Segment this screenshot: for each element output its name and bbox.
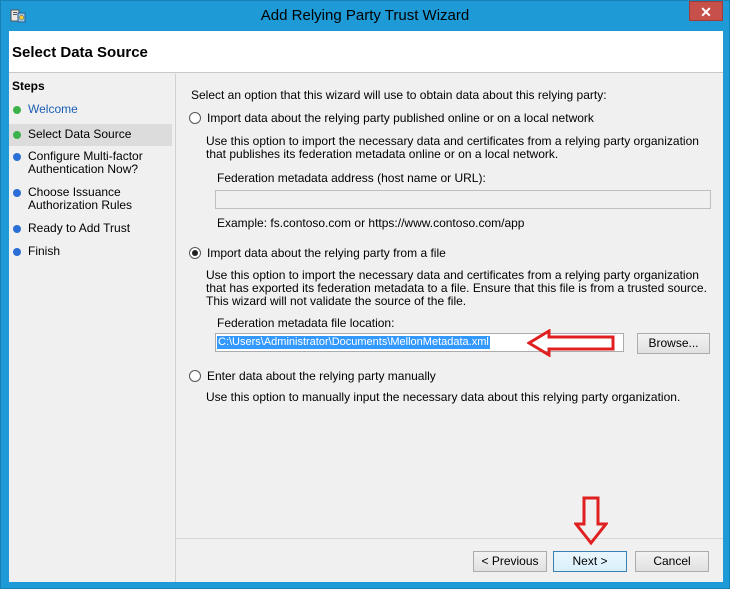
option-file-radio[interactable] [189,247,201,259]
option-file-label[interactable]: Import data about the relying party from… [207,247,446,260]
option-manual-label[interactable]: Enter data about the relying party manua… [207,370,436,383]
step-status-icon [13,153,21,161]
cancel-button-label: Cancel [653,554,691,568]
metadata-address-input[interactable] [215,190,711,209]
next-button[interactable]: Next > [553,551,627,572]
previous-button-label: < Previous [481,554,539,568]
page-title: Select Data Source [12,44,148,61]
steps-title: Steps [12,79,45,93]
option-manual-description: Use this option to manually input the ne… [206,390,681,404]
annotation-down-arrow-icon [574,496,608,546]
metadata-address-example: Example: fs.contoso.com or https://www.c… [217,216,525,230]
step-configure-mfa[interactable]: Configure Multi-factor Authentication No… [9,149,172,179]
step-label: Choose Issuance Authorization Rules [28,185,133,212]
steps-panel: Steps Welcome Select Data Source Configu… [9,74,174,582]
browse-button-label: Browse... [648,336,699,350]
step-label: Configure Multi-factor Authentication No… [28,149,143,176]
step-status-icon [13,248,21,256]
option-online-description: Use this option to import the necessary … [206,134,699,161]
annotation-left-arrow-icon [527,329,615,357]
metadata-address-label: Federation metadata address (host name o… [217,171,486,185]
step-select-data-source[interactable]: Select Data Source [9,124,172,146]
step-label: Welcome [28,102,78,116]
cancel-button[interactable]: Cancel [635,551,709,572]
browse-button[interactable]: Browse... [637,333,710,354]
step-finish[interactable]: Finish [9,244,172,260]
content-panel: Select an option that this wizard will u… [176,74,723,538]
option-file-description: Use this option to import the necessary … [206,268,707,308]
title-bar[interactable]: Add Relying Party Trust Wizard ✕ [1,1,729,31]
step-status-icon [13,131,21,139]
close-icon: ✕ [700,4,712,20]
step-status-icon [13,106,21,114]
step-status-icon [13,189,21,197]
step-status-icon [13,225,21,233]
metadata-file-value: C:\Users\Administrator\Documents\MellonM… [217,336,490,349]
next-button-label: Next > [572,554,608,568]
wizard-client-area: Select Data Source Steps Welcome Select … [9,31,723,582]
wizard-window: Add Relying Party Trust Wizard ✕ Select … [0,0,730,589]
option-manual-radio[interactable] [189,370,201,382]
intro-text: Select an option that this wizard will u… [191,88,607,102]
option-online-label[interactable]: Import data about the relying party publ… [207,112,594,125]
option-online-radio[interactable] [189,112,201,124]
step-ready-to-add[interactable]: Ready to Add Trust [9,221,172,237]
window-title: Add Relying Party Trust Wizard [260,7,470,24]
step-label: Finish [28,244,61,258]
page-header: Select Data Source [9,31,723,73]
step-welcome[interactable]: Welcome [9,102,172,118]
step-issuance-rules[interactable]: Choose Issuance Authorization Rules [9,185,172,215]
step-label: Ready to Add Trust [28,221,131,235]
metadata-file-label: Federation metadata file location: [217,316,395,330]
previous-button[interactable]: < Previous [473,551,547,572]
close-button[interactable]: ✕ [689,1,723,21]
step-label: Select Data Source [28,127,132,141]
wizard-footer: < Previous Next > Cancel [176,538,723,582]
